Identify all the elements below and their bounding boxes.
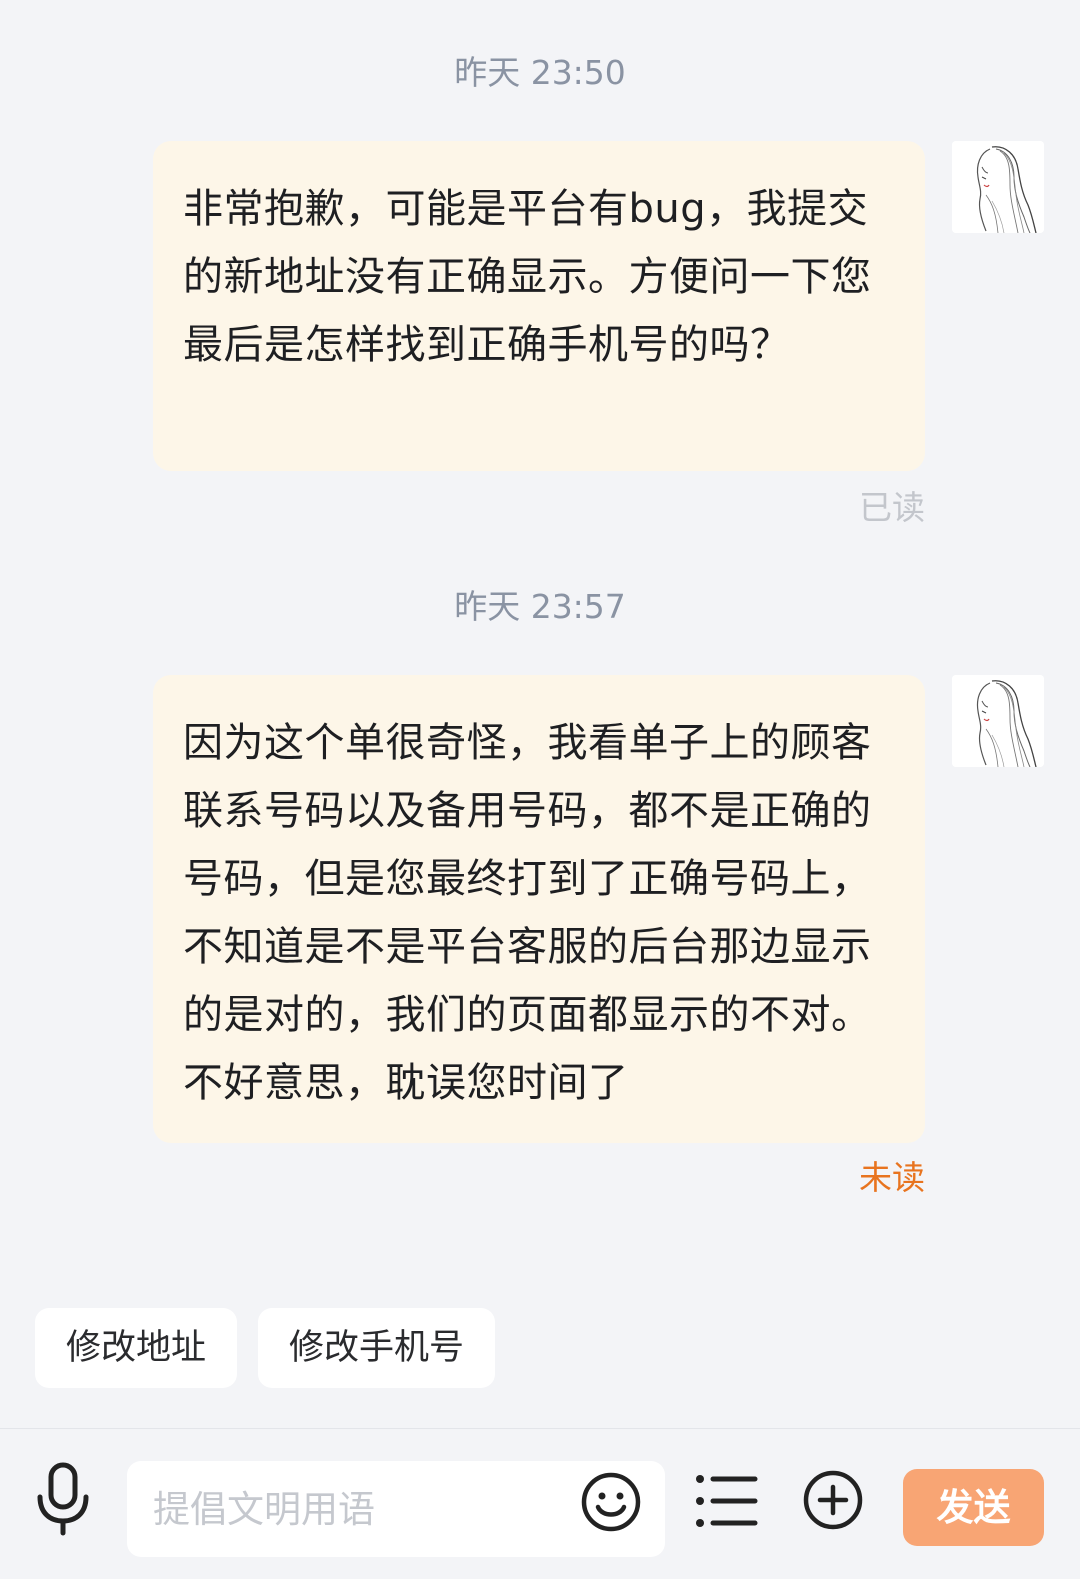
plus-circle-icon[interactable]	[802, 1469, 864, 1531]
quick-reply-bar: 修改地址 修改手机号	[0, 1308, 1080, 1390]
message-timestamp: 昨天 23:50	[454, 53, 626, 92]
message-text: 因为这个单很奇怪，我看单子上的顾客联系号码以及备用号码，都不是正确的号码，但是您…	[183, 720, 872, 1106]
avatar[interactable]	[952, 141, 1044, 233]
chat-page: 昨天 23:50 非常抱歉，可能是平台有bug，我提交的新地址没有正确显示。方便…	[0, 0, 1080, 1579]
quick-reply-edit-phone[interactable]: 修改手机号	[258, 1308, 496, 1388]
read-status: 已读	[859, 488, 925, 527]
sketch-portrait-avatar	[952, 141, 1044, 233]
sketch-portrait-avatar	[952, 675, 1044, 767]
send-button[interactable]: 发送	[903, 1469, 1044, 1546]
message-bubble[interactable]: 非常抱歉，可能是平台有bug，我提交的新地址没有正确显示。方便问一下您最后是怎样…	[153, 141, 925, 471]
unread-status: 未读	[859, 1158, 925, 1197]
message-bubble[interactable]: 因为这个单很奇怪，我看单子上的顾客联系号码以及备用号码，都不是正确的号码，但是您…	[153, 675, 925, 1143]
list-menu-icon[interactable]	[695, 1473, 759, 1529]
smiley-face-icon[interactable]	[580, 1471, 642, 1533]
input-bar: 发送	[0, 1428, 1080, 1579]
message-timestamp: 昨天 23:57	[454, 587, 626, 626]
message-list[interactable]: 昨天 23:50 非常抱歉，可能是平台有bug，我提交的新地址没有正确显示。方便…	[0, 0, 1080, 1286]
avatar[interactable]	[952, 675, 1044, 767]
microphone-icon[interactable]	[32, 1461, 94, 1537]
message-text: 非常抱歉，可能是平台有bug，我提交的新地址没有正确显示。方便问一下您最后是怎样…	[183, 186, 872, 368]
quick-reply-edit-address[interactable]: 修改地址	[35, 1308, 238, 1388]
